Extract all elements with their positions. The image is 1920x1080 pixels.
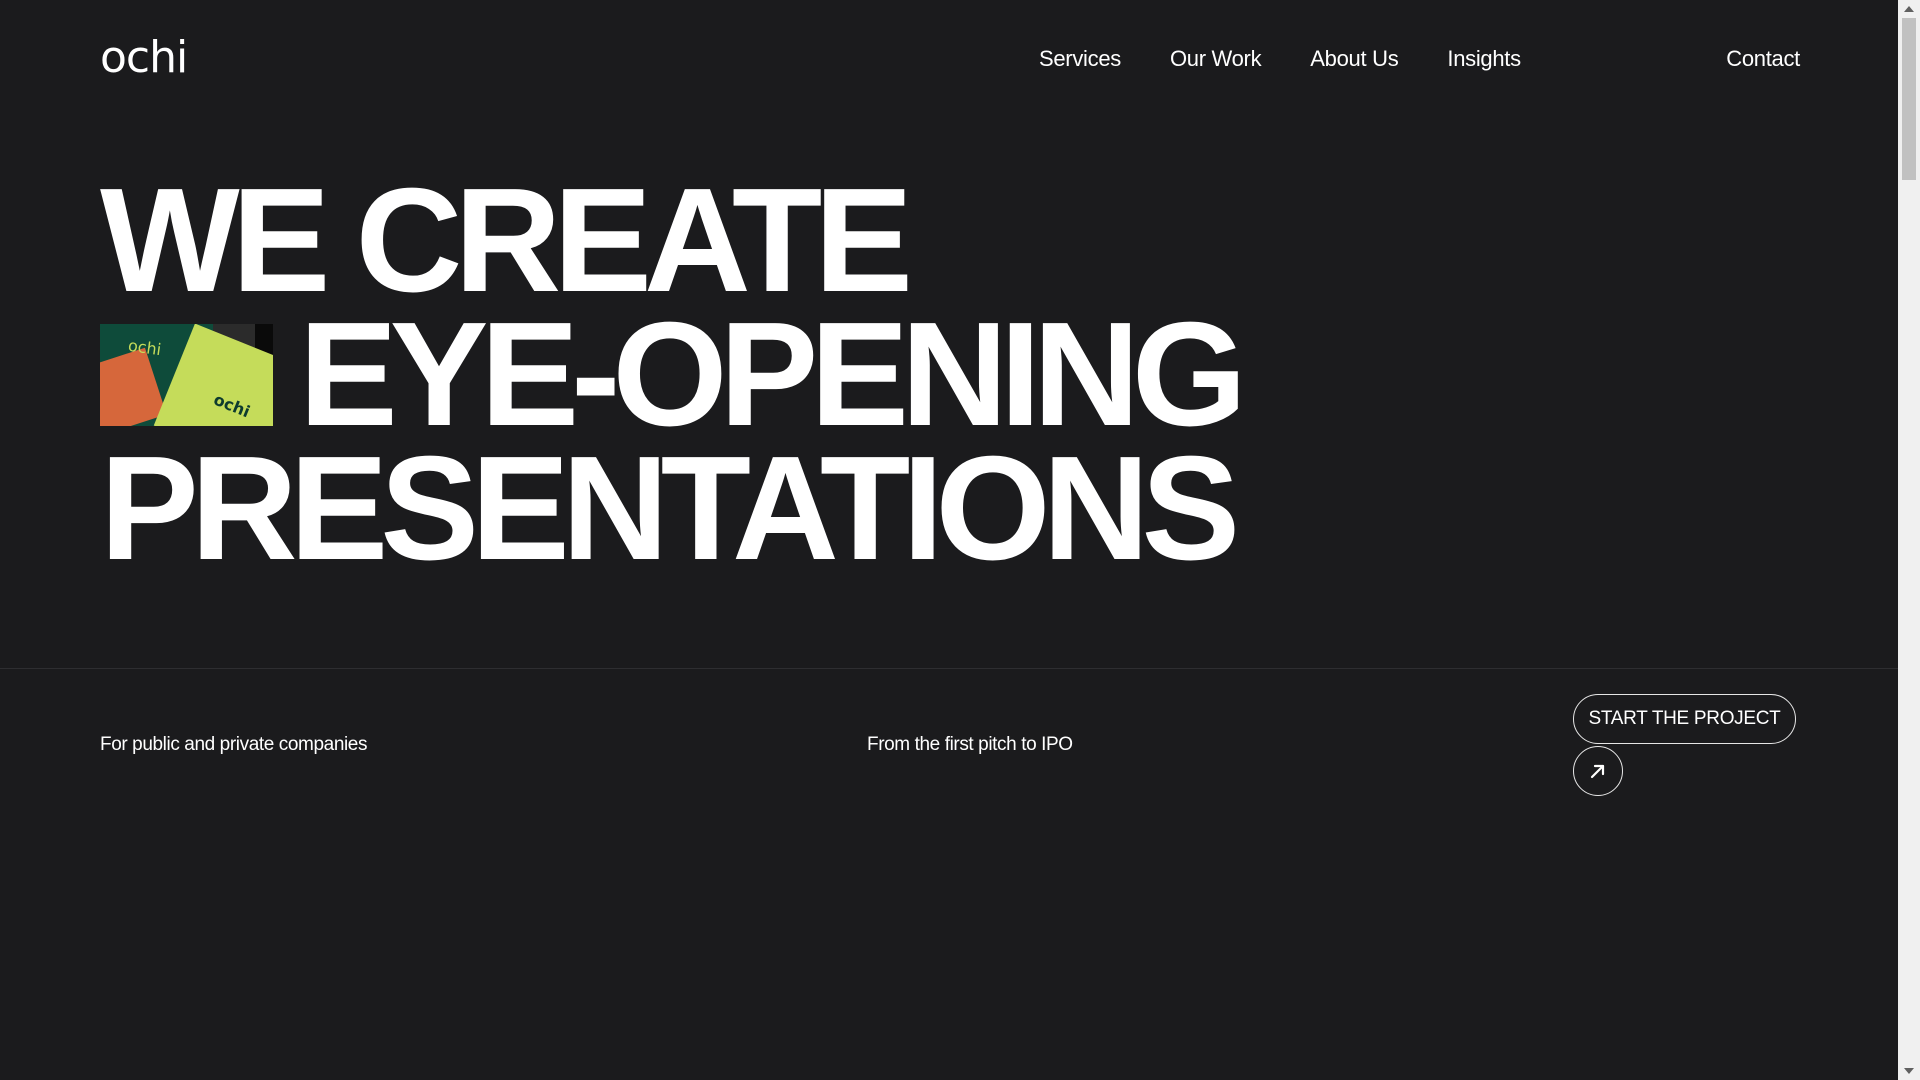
start-project-button[interactable]: START THE PROJECT bbox=[1573, 694, 1796, 744]
scroll-down-icon[interactable] bbox=[1898, 1062, 1920, 1080]
nav-services[interactable]: Services bbox=[1039, 44, 1121, 74]
hero-line-1: WE CREATE bbox=[100, 158, 913, 323]
nav-contact[interactable]: Contact bbox=[1726, 44, 1800, 74]
main-nav: Services Our Work About Us Insights bbox=[1039, 44, 1570, 74]
arrow-up-right-icon bbox=[1590, 764, 1605, 779]
nav-insights[interactable]: Insights bbox=[1447, 44, 1521, 74]
hero-line-2-text: EYE-OPENING bbox=[299, 292, 1247, 457]
scroll-thumb[interactable] bbox=[1902, 18, 1916, 180]
hero-image: ochi ochi bbox=[100, 324, 273, 426]
nav-about-us[interactable]: About Us bbox=[1310, 44, 1398, 74]
hero-line-2: ochi ochi EYE-OPENING bbox=[100, 292, 1247, 457]
image-logo-text-1: ochi bbox=[126, 335, 163, 360]
tagline-left: For public and private companies bbox=[100, 734, 368, 755]
hero-heading: WE CREATE ochi ochi EYE-OPENING PRESENTA… bbox=[100, 158, 1247, 591]
start-project-arrow-button[interactable] bbox=[1573, 746, 1623, 796]
nav-our-work[interactable]: Our Work bbox=[1170, 44, 1262, 74]
logo[interactable]: ochi bbox=[100, 36, 188, 80]
hero-line-3: PRESENTATIONS bbox=[100, 426, 1240, 591]
orange-card-shape bbox=[100, 347, 167, 426]
scroll-up-icon[interactable] bbox=[1898, 0, 1920, 18]
divider bbox=[0, 668, 1898, 669]
tagline-middle: From the first pitch to IPO bbox=[867, 734, 1073, 755]
vertical-scrollbar[interactable] bbox=[1898, 0, 1920, 1080]
page: ochi Services Our Work About Us Insights… bbox=[0, 0, 1898, 1080]
